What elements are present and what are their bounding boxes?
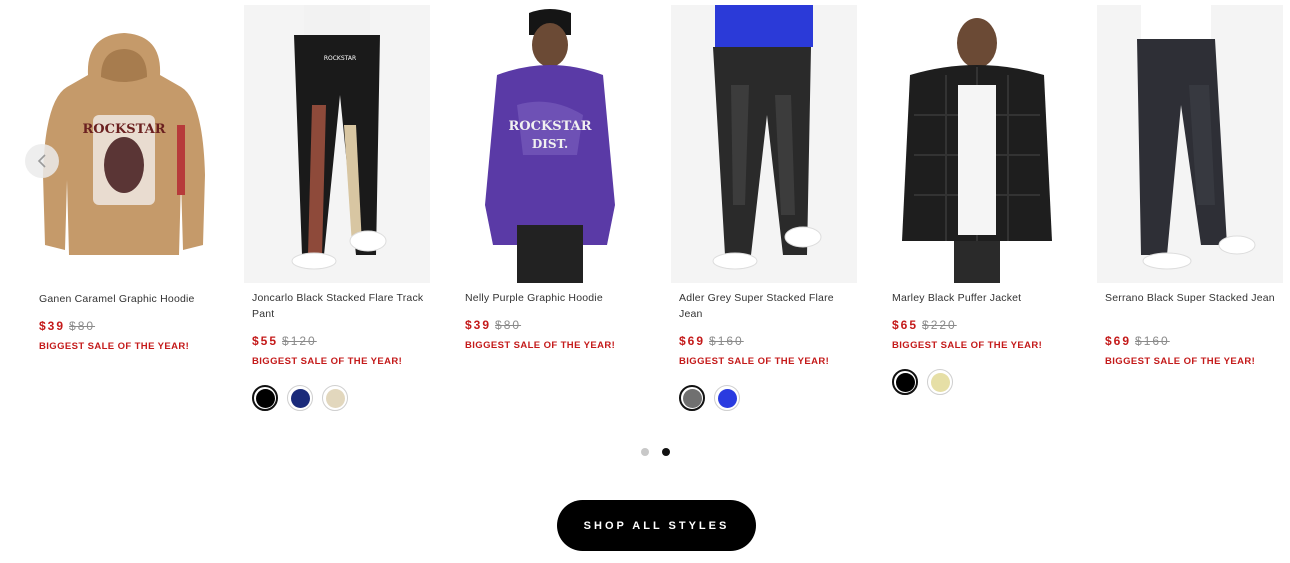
carousel-pagination (641, 448, 670, 456)
sale-price: $39 (465, 318, 492, 332)
product-image[interactable] (671, 5, 857, 283)
pagination-dot-1[interactable] (641, 448, 649, 456)
color-swatches (892, 369, 953, 395)
svg-text:DIST.: DIST. (532, 137, 568, 151)
compare-price: $80 (69, 319, 96, 333)
carousel-prev-button[interactable] (25, 144, 59, 178)
promo-text: BIGGEST SALE OF THE YEAR! (252, 356, 403, 367)
price-row: $39 $80 (39, 319, 95, 333)
sale-price: $65 (892, 318, 919, 332)
sale-price: $69 (1105, 334, 1132, 348)
promo-text: BIGGEST SALE OF THE YEAR! (892, 340, 1043, 351)
color-swatch-cream[interactable] (927, 369, 953, 395)
compare-price: $80 (495, 318, 522, 332)
product-image[interactable] (884, 5, 1070, 283)
compare-price: $160 (709, 334, 744, 348)
compare-price: $120 (282, 334, 317, 348)
price-row: $69 $160 (1105, 334, 1170, 348)
color-swatch-grey[interactable] (679, 385, 705, 411)
color-swatch-navy[interactable] (287, 385, 313, 411)
product-carousel: ROCKSTAR Ganen Caramel Graphic Hoodie $3… (0, 0, 1290, 440)
product-title[interactable]: Joncarlo Black Stacked Flare Track Pant (252, 290, 432, 322)
product-title[interactable]: Nelly Purple Graphic Hoodie (465, 290, 645, 306)
product-title[interactable]: Marley Black Puffer Jacket (892, 290, 1072, 306)
compare-price: $160 (1135, 334, 1170, 348)
sale-price: $69 (679, 334, 706, 348)
price-row: $69 $160 (679, 334, 744, 348)
color-swatch-black[interactable] (252, 385, 278, 411)
price-row: $39 $80 (465, 318, 521, 332)
promo-text: BIGGEST SALE OF THE YEAR! (1105, 356, 1256, 367)
promo-text: BIGGEST SALE OF THE YEAR! (679, 356, 830, 367)
product-title[interactable]: Serrano Black Super Stacked Jean (1105, 290, 1285, 306)
color-swatch-black[interactable] (892, 369, 918, 395)
chevron-left-icon (37, 154, 46, 168)
svg-text:ROCKSTAR: ROCKSTAR (82, 122, 165, 137)
price-row: $65 $220 (892, 318, 957, 332)
color-swatch-cream[interactable] (322, 385, 348, 411)
product-image[interactable]: ROCKSTAR (31, 5, 217, 283)
product-image[interactable]: ROCKSTAR DIST. (457, 5, 643, 283)
color-swatch-blue[interactable] (714, 385, 740, 411)
compare-price: $220 (922, 318, 957, 332)
color-swatches (679, 385, 740, 411)
color-swatches (252, 385, 348, 411)
product-image[interactable] (1097, 5, 1283, 283)
product-title[interactable]: Ganen Caramel Graphic Hoodie (39, 291, 219, 307)
sale-price: $39 (39, 319, 66, 333)
sale-price: $55 (252, 334, 279, 348)
product-image[interactable]: ROCKSTAR (244, 5, 430, 283)
product-title[interactable]: Adler Grey Super Stacked Flare Jean (679, 290, 859, 322)
svg-text:ROCKSTAR: ROCKSTAR (324, 55, 356, 62)
shop-all-styles-button[interactable]: SHOP ALL STYLES (557, 500, 756, 551)
svg-text:ROCKSTAR: ROCKSTAR (508, 119, 591, 134)
promo-text: BIGGEST SALE OF THE YEAR! (39, 341, 190, 352)
promo-text: BIGGEST SALE OF THE YEAR! (465, 340, 616, 351)
pagination-dot-2[interactable] (662, 448, 670, 456)
price-row: $55 $120 (252, 334, 317, 348)
